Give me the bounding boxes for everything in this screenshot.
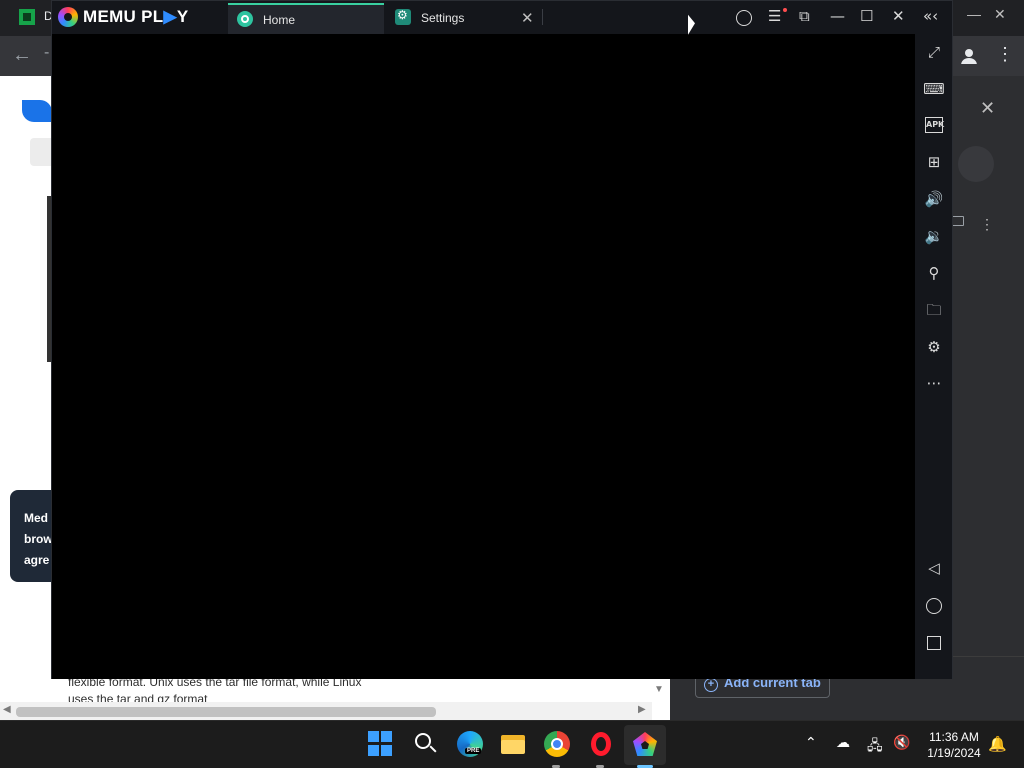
onedrive-icon[interactable]: ☁ (836, 735, 850, 751)
browser-minimize-button[interactable]: — (967, 6, 981, 22)
search-handle (429, 745, 437, 753)
add-circle-icon: + (704, 678, 718, 692)
start-icon[interactable] (368, 731, 394, 757)
tab-settings-close-button[interactable]: ✕ (521, 9, 534, 27)
minecraft-favicon-icon[interactable] (19, 9, 35, 25)
recents-nav-icon[interactable] (927, 636, 941, 650)
brand-text-tail: Y (176, 7, 189, 26)
folder-icon[interactable]: 🗀 (919, 297, 949, 323)
memu-titlebar[interactable]: MEMU PL▶Y Home Settings ✕ ☰ ⧉ — ☐ ✕ «‹ (52, 1, 952, 34)
memu-window: MEMU PL▶Y Home Settings ✕ ☰ ⧉ — ☐ ✕ «‹ ⤢… (51, 0, 953, 679)
side-panel-close-button[interactable]: ✕ (980, 98, 995, 119)
taskbar: PRE ⌃ ☁ 🖧 🔇 11:36 AM 1/19/2024 🔔 (0, 720, 1024, 768)
edge-preview-icon[interactable]: PRE (457, 731, 483, 757)
memu-brand: MEMU PL▶Y (83, 7, 189, 27)
start-tile (381, 745, 392, 756)
keyboard-icon[interactable]: ⌨ (919, 76, 949, 102)
memu-gem (633, 732, 657, 756)
scrollbar-thumb[interactable] (16, 707, 436, 717)
tab-home[interactable]: Home (228, 3, 384, 34)
home-app-icon (237, 11, 253, 27)
desktop: D — ✕ ← - ⋮ Med brow agre flexible forma… (0, 0, 1024, 720)
scroll-down-arrow-icon[interactable]: ▼ (654, 684, 664, 695)
brand-play-icon: ▶ (163, 7, 177, 26)
volume-up-icon[interactable]: 🔊 (919, 186, 949, 212)
profile-icon[interactable] (958, 45, 980, 67)
notification-bell-icon[interactable]: 🔔 (988, 735, 1007, 753)
file-explorer-icon[interactable] (500, 731, 526, 757)
memu-icon[interactable] (632, 731, 658, 757)
horizontal-scrollbar[interactable]: ◀ ▶ (0, 702, 652, 720)
tab-divider (542, 9, 543, 25)
panel-avatar (958, 146, 994, 182)
collapse-sidebar-button[interactable]: «‹ (923, 7, 938, 25)
memu-maximize-button[interactable]: ☐ (860, 7, 873, 25)
apk-install-icon[interactable]: APK (925, 117, 944, 133)
account-icon[interactable] (736, 10, 752, 26)
panel-menu-icon[interactable]: ⋮ (980, 216, 994, 233)
new-folder-icon[interactable] (952, 216, 964, 226)
volume-muted-icon[interactable]: 🔇 (893, 735, 910, 751)
network-icon[interactable]: 🖧 (867, 735, 883, 759)
memu-sidebar: ⤢ ⌨ APK ⊞ 🔊 🔉 ⚲ 🗀 ⚙ ⋯ ◁ (915, 34, 952, 679)
scroll-left-arrow-icon[interactable]: ◀ (3, 704, 11, 715)
settings-icon[interactable]: ⚙ (919, 334, 949, 360)
settings-app-icon (395, 8, 411, 25)
android-screen[interactable] (52, 34, 915, 679)
browser-close-button[interactable]: ✕ (994, 6, 1006, 23)
browser-back-icon[interactable]: ← (12, 44, 32, 67)
edge-pre-badge: PRE (465, 748, 482, 754)
location-icon[interactable]: ⚲ (919, 260, 949, 286)
multi-window-button[interactable]: ⧉ (799, 7, 810, 25)
menu-button[interactable]: ☰ (768, 7, 781, 25)
browser-menu-icon[interactable]: ⋮ (996, 44, 1014, 65)
clock-date: 1/19/2024 (927, 746, 981, 760)
tab-home-label: Home (263, 13, 296, 27)
browser-forward-icon[interactable]: - (44, 44, 49, 62)
fullscreen-icon[interactable]: ⤢ (919, 39, 949, 65)
chrome-icon[interactable] (544, 731, 570, 757)
mouse-cursor (688, 14, 695, 38)
start-tile (368, 745, 379, 756)
tab-settings-label: Settings (421, 11, 465, 25)
clock[interactable]: 11:36 AM 1/19/2024 (916, 729, 992, 761)
memu-logo-icon (58, 7, 78, 27)
opera-ring (591, 732, 611, 756)
brand-text: MEMU PL (83, 7, 164, 26)
notification-dot (783, 8, 787, 12)
start-tile (381, 731, 392, 742)
opera-icon[interactable] (588, 731, 614, 757)
memu-minimize-button[interactable]: — (830, 7, 845, 25)
memu-close-button[interactable]: ✕ (892, 7, 905, 25)
back-nav-icon[interactable]: ◁ (919, 555, 949, 581)
scroll-right-arrow-icon[interactable]: ▶ (638, 704, 646, 715)
volume-down-icon[interactable]: 🔉 (919, 223, 949, 249)
tray-chevron-icon[interactable]: ⌃ (805, 735, 817, 751)
site-logo[interactable] (22, 100, 52, 122)
clock-time: 11:36 AM (929, 730, 979, 744)
add-window-icon[interactable]: ⊞ (919, 149, 949, 175)
folder-front (501, 740, 525, 754)
tab-settings[interactable]: Settings ✕ (386, 3, 542, 34)
more-icon[interactable]: ⋯ (919, 370, 949, 396)
search-icon[interactable] (413, 731, 439, 757)
start-tile (368, 731, 379, 742)
home-nav-icon[interactable] (926, 598, 942, 614)
